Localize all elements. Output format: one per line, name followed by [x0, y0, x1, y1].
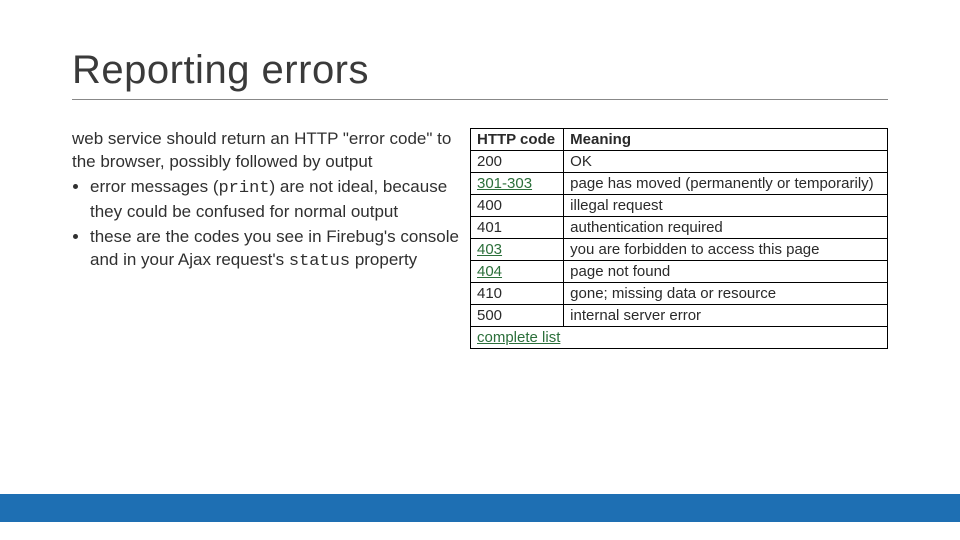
bullet2-post: property: [350, 250, 417, 269]
bullet-list: error messages (print) are not ideal, be…: [72, 176, 462, 274]
title-underline: [72, 99, 888, 100]
code-link[interactable]: 404: [477, 263, 502, 280]
meaning-cell: OK: [564, 151, 888, 173]
bottom-accent-bar: [0, 494, 960, 522]
bullet-item-2: these are the codes you see in Firebug's…: [90, 226, 462, 274]
bullet1-code: print: [218, 179, 269, 198]
table-row: 404 page not found: [471, 261, 888, 283]
left-column: web service should return an HTTP "error…: [72, 128, 462, 276]
bullet1-pre: error messages (: [90, 177, 218, 196]
header-meaning: Meaning: [564, 129, 888, 151]
table-footer-cell: complete list: [471, 327, 888, 349]
meaning-cell: internal server error: [564, 305, 888, 327]
right-column: HTTP code Meaning 200 OK 301-303 page ha…: [470, 128, 888, 349]
bullet-item-1: error messages (print) are not ideal, be…: [90, 176, 462, 224]
code-cell: 500: [471, 305, 564, 327]
code-cell: 404: [471, 261, 564, 283]
table-row: 200 OK: [471, 151, 888, 173]
meaning-cell: illegal request: [564, 195, 888, 217]
meaning-cell: you are forbidden to access this page: [564, 239, 888, 261]
slide: Reporting errors web service should retu…: [0, 0, 960, 540]
table-row: 401 authentication required: [471, 217, 888, 239]
meaning-cell: authentication required: [564, 217, 888, 239]
code-cell: 401: [471, 217, 564, 239]
table-row: 410 gone; missing data or resource: [471, 283, 888, 305]
code-cell: 200: [471, 151, 564, 173]
table-row: 500 internal server error: [471, 305, 888, 327]
table-row: 301-303 page has moved (permanently or t…: [471, 173, 888, 195]
code-cell: 301-303: [471, 173, 564, 195]
bullet2-code: status: [289, 252, 350, 271]
complete-list-link[interactable]: complete list: [477, 329, 560, 346]
code-link[interactable]: 403: [477, 241, 502, 258]
http-codes-table: HTTP code Meaning 200 OK 301-303 page ha…: [470, 128, 888, 349]
table-body: 200 OK 301-303 page has moved (permanent…: [471, 151, 888, 349]
code-cell: 400: [471, 195, 564, 217]
content-row: web service should return an HTTP "error…: [72, 128, 888, 349]
header-http-code: HTTP code: [471, 129, 564, 151]
code-cell: 403: [471, 239, 564, 261]
meaning-cell: page not found: [564, 261, 888, 283]
meaning-cell: gone; missing data or resource: [564, 283, 888, 305]
table-row: 400 illegal request: [471, 195, 888, 217]
code-cell: 410: [471, 283, 564, 305]
intro-paragraph: web service should return an HTTP "error…: [72, 128, 462, 174]
table-header-row: HTTP code Meaning: [471, 129, 888, 151]
table-row: 403 you are forbidden to access this pag…: [471, 239, 888, 261]
meaning-cell: page has moved (permanently or temporari…: [564, 173, 888, 195]
slide-title: Reporting errors: [72, 48, 888, 93]
code-link[interactable]: 301-303: [477, 175, 532, 192]
table-footer-row: complete list: [471, 327, 888, 349]
